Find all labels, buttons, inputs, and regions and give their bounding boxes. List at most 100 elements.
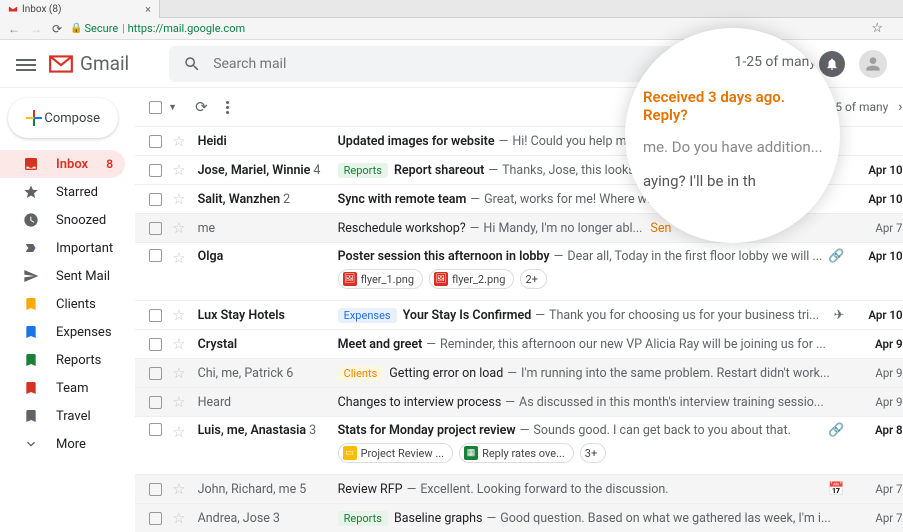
star-icon[interactable]: ☆ (172, 161, 185, 179)
browser-tab[interactable]: Inbox (8) × (0, 0, 160, 18)
select-dropdown-icon[interactable]: ▼ (168, 102, 177, 113)
lock-icon: 🔒 (70, 23, 82, 34)
sidebar-item-team[interactable]: Team (0, 374, 125, 402)
reload-icon[interactable]: ⟳ (52, 22, 62, 36)
sidebar-item-important[interactable]: Important (0, 234, 125, 262)
star-icon[interactable]: ☆ (172, 132, 185, 150)
email-date: Apr 10 (853, 163, 903, 177)
compose-button[interactable]: Compose (8, 98, 118, 138)
account-avatar[interactable] (859, 50, 887, 78)
link-indicator-icon: 🔗 (828, 249, 844, 264)
sidebar-item-expenses[interactable]: Expenses (0, 318, 125, 346)
sidebar-item-label: Inbox (56, 157, 88, 172)
sidebar-item-count: 8 (106, 157, 113, 171)
attachment-chip[interactable]: 🖼flyer_1.png (338, 269, 423, 289)
email-checkbox[interactable] (149, 135, 162, 148)
attachment-chip[interactable]: ▭Project Review ... (338, 443, 453, 463)
important-icon (22, 240, 40, 256)
email-checkbox[interactable] (149, 338, 162, 351)
email-row[interactable]: ☆ Lux Stay Hotels ExpensesYour Stay Is C… (135, 300, 903, 329)
email-checkbox[interactable] (149, 483, 162, 496)
sidebar-item-travel[interactable]: Travel (0, 402, 125, 430)
select-all-checkbox[interactable] (149, 101, 162, 114)
sidebar-item-more[interactable]: More (0, 430, 125, 458)
star-icon[interactable]: ☆ (172, 393, 185, 411)
category-label[interactable]: Reports (338, 163, 388, 178)
attachment-chip[interactable]: 🖼flyer_2.png (429, 269, 514, 289)
email-date: Apr 8 (853, 423, 903, 437)
email-subject: Stats for Monday project review (338, 423, 516, 438)
email-snippet: Dear all, Today in the first floor lobby… (567, 249, 822, 264)
attachments: 🖼flyer_1.png 🖼flyer_2.png 2+ (338, 269, 547, 289)
email-row[interactable]: ☆ John, Richard, me5 Review RFP—Excellen… (135, 474, 903, 503)
email-row[interactable]: ☆ Crystal Meet and greet—Reminder, this … (135, 329, 903, 358)
refresh-icon[interactable]: ⟳ (195, 98, 208, 116)
sidebar-item-inbox[interactable]: Inbox 8 (0, 150, 125, 178)
email-checkbox[interactable] (149, 222, 162, 235)
email-checkbox[interactable] (149, 512, 162, 525)
category-label[interactable]: Clients (338, 366, 384, 381)
compose-label: Compose (44, 111, 100, 126)
star-icon[interactable]: ☆ (172, 219, 185, 237)
back-icon[interactable]: ← (8, 22, 20, 36)
attachment-chip[interactable]: ▦Reply rates ove... (459, 443, 574, 463)
star-icon[interactable]: ☆ (172, 306, 185, 324)
category-label[interactable]: Expenses (338, 308, 397, 323)
email-content: Changes to interview process—As discusse… (338, 395, 845, 410)
star-icon[interactable]: ☆ (172, 190, 185, 208)
hamburger-menu-icon[interactable] (16, 56, 36, 72)
slides-file-icon: ▭ (343, 446, 357, 460)
email-snippet: Excellent. Looking forward to the discus… (420, 482, 668, 497)
email-checkbox[interactable] (149, 309, 162, 322)
star-icon[interactable]: ☆ (172, 335, 185, 353)
sidebar-item-label: Starred (56, 185, 98, 200)
inbox-icon (22, 156, 40, 172)
star-icon[interactable]: ☆ (172, 364, 185, 382)
gmail-m-icon (48, 54, 74, 74)
gmail-logo[interactable]: Gmail (48, 52, 129, 75)
email-content: Review RFP—Excellent. Looking forward to… (338, 482, 823, 497)
email-checkbox[interactable] (149, 367, 162, 380)
email-row[interactable]: ☆ Luis, me, Anastasia3 Stats for Monday … (135, 416, 903, 474)
star-icon[interactable]: ☆ (172, 509, 185, 527)
email-checkbox[interactable] (149, 423, 162, 436)
email-checkbox[interactable] (149, 164, 162, 177)
url-text[interactable]: https://mail.google.com (128, 22, 246, 35)
category-label[interactable]: Reports (338, 511, 388, 526)
sidebar-item-label: Reports (56, 353, 101, 368)
email-row[interactable]: ☆ Chi, me, Patrick6 ClientsGetting error… (135, 358, 903, 387)
email-checkbox[interactable] (149, 396, 162, 409)
tab-close-icon[interactable]: × (145, 3, 151, 16)
email-sender: Andrea, Jose3 (198, 511, 338, 526)
star-icon[interactable]: ☆ (172, 480, 185, 498)
email-date: Apr 10 (853, 192, 903, 206)
attachment-more[interactable]: 2+ (520, 269, 546, 289)
star-icon[interactable]: ☆ (172, 249, 185, 267)
more-actions-icon[interactable] (226, 101, 229, 114)
product-name: Gmail (80, 52, 129, 75)
sidebar-item-label: Clients (56, 297, 96, 312)
email-row[interactable]: ☆ Olga Poster session this afternoon in … (135, 242, 903, 300)
browser-tab-strip: Inbox (8) × (0, 0, 903, 18)
email-row[interactable]: ☆ Andrea, Jose3 ReportsBaseline graphs—G… (135, 503, 903, 532)
img-file-icon: 🖼 (343, 272, 357, 286)
img-file-icon: 🖼 (434, 272, 448, 286)
more-icon (22, 436, 40, 452)
email-checkbox[interactable] (149, 249, 162, 262)
email-row[interactable]: ☆ Heard Changes to interview process—As … (135, 387, 903, 416)
bookmark-star-icon[interactable]: ☆ (871, 21, 883, 36)
star-icon[interactable]: ☆ (172, 423, 185, 441)
email-checkbox[interactable] (149, 193, 162, 206)
sidebar-item-snoozed[interactable]: Snoozed (0, 206, 125, 234)
sidebar-item-reports[interactable]: Reports (0, 346, 125, 374)
email-date: Apr 7 (853, 511, 903, 525)
sidebar-item-clients[interactable]: Clients (0, 290, 125, 318)
attachment-more[interactable]: 3+ (580, 443, 606, 463)
email-date: Apr 9 (853, 337, 903, 351)
sidebar-item-sent-mail[interactable]: Sent Mail (0, 262, 125, 290)
sidebar-item-starred[interactable]: Starred (0, 178, 125, 206)
next-page-icon[interactable]: › (898, 99, 902, 115)
notifications-icon[interactable] (819, 51, 845, 77)
link-indicator-icon: 🔗 (828, 423, 844, 438)
sidebar-item-label: More (56, 437, 86, 452)
